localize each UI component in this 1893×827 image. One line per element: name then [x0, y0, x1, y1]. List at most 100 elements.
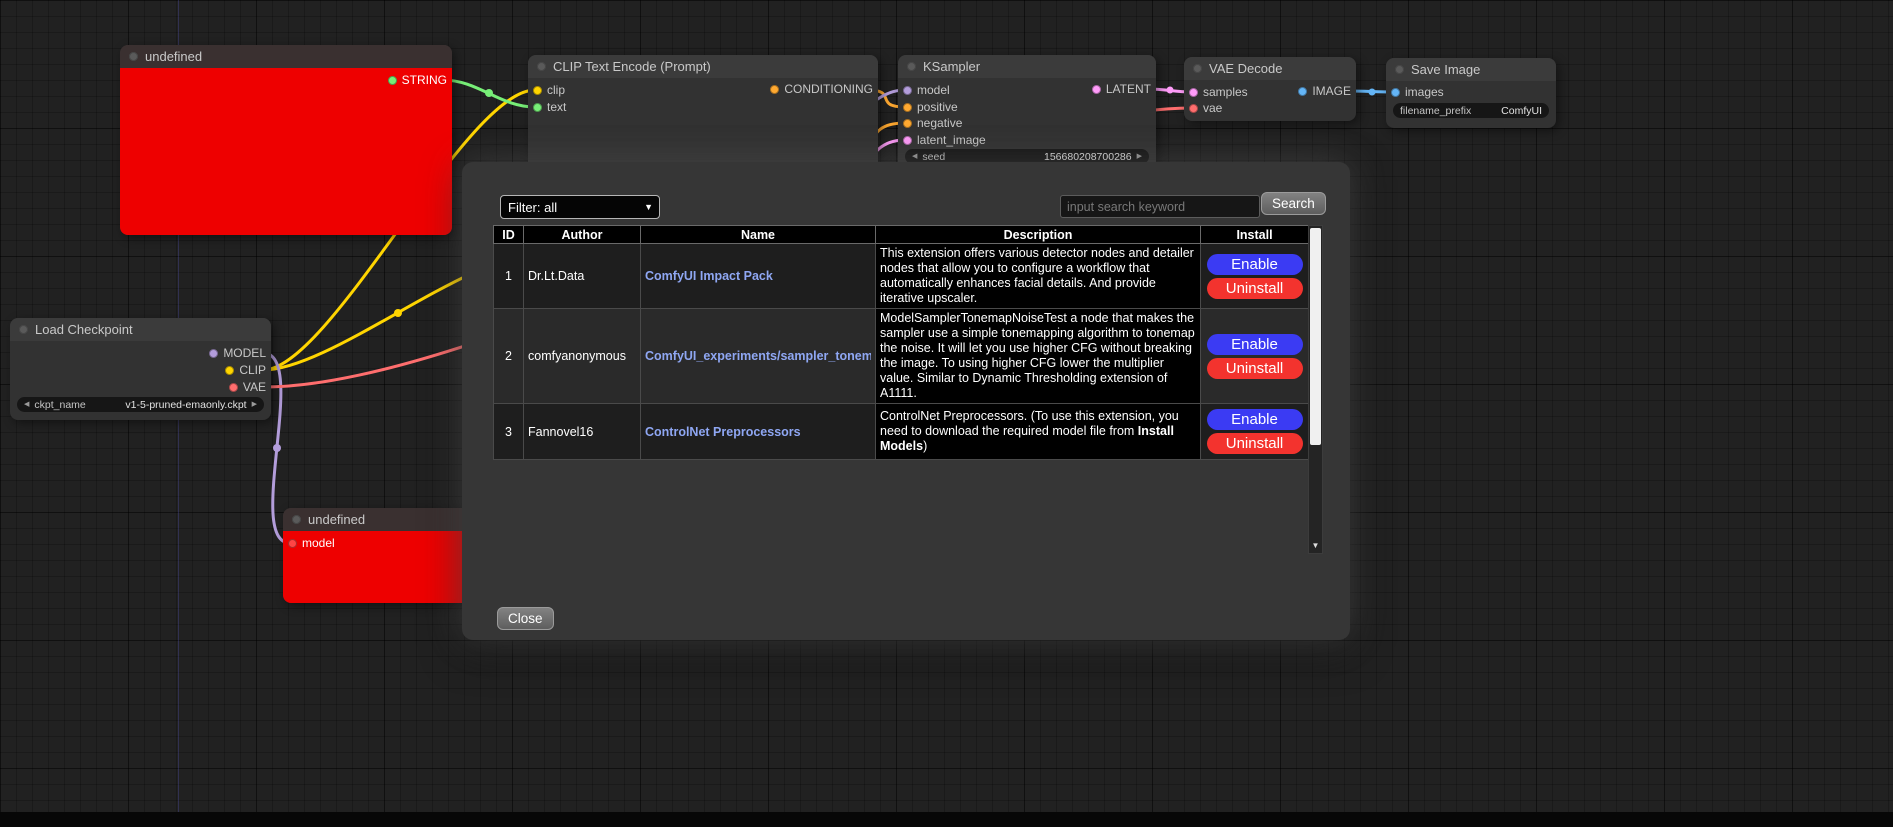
- previous-arrow-icon[interactable]: ◀: [24, 401, 29, 408]
- collapse-dot-icon[interactable]: [1193, 64, 1202, 73]
- input-slot-model[interactable]: model: [288, 536, 335, 550]
- text-input-dot[interactable]: [533, 103, 542, 112]
- extension-link[interactable]: ComfyUI_experiments/sampler_tonemap: [645, 349, 871, 363]
- extension-id: 1: [494, 244, 524, 309]
- positive-input-dot[interactable]: [903, 103, 912, 112]
- col-header-id: ID: [494, 226, 524, 244]
- output-slot-image[interactable]: IMAGE: [1298, 84, 1351, 98]
- enable-button[interactable]: Enable: [1207, 334, 1303, 355]
- scrollbar-thumb[interactable]: [1310, 228, 1321, 445]
- input-slot-samples[interactable]: samples: [1189, 85, 1248, 99]
- node-title: VAE Decode: [1209, 61, 1282, 76]
- node-title: undefined: [145, 49, 202, 64]
- output-slot-string[interactable]: STRING: [388, 73, 447, 87]
- uninstall-button[interactable]: Uninstall: [1207, 278, 1303, 299]
- uninstall-button[interactable]: Uninstall: [1207, 433, 1303, 454]
- node-title-bar[interactable]: VAE Decode: [1184, 57, 1356, 80]
- input-slot-clip[interactable]: clip: [533, 83, 565, 97]
- search-button[interactable]: Search: [1261, 192, 1326, 215]
- node-title-bar[interactable]: Save Image: [1386, 58, 1556, 81]
- collapse-dot-icon[interactable]: [292, 515, 301, 524]
- conditioning-output-dot[interactable]: [770, 85, 779, 94]
- enable-button[interactable]: Enable: [1207, 409, 1303, 430]
- input-slot-positive[interactable]: positive: [903, 100, 958, 114]
- latent-image-input-dot[interactable]: [903, 136, 912, 145]
- enable-button[interactable]: Enable: [1207, 254, 1303, 275]
- node-graph-canvas[interactable]: undefined STRING CLIP Text Encode (Promp…: [0, 0, 1893, 827]
- extension-link[interactable]: ControlNet Preprocessors: [645, 425, 871, 439]
- next-arrow-icon[interactable]: ▶: [252, 401, 257, 408]
- wire-midpoint-dot: [1167, 87, 1174, 94]
- output-slot-vae[interactable]: VAE: [229, 380, 266, 394]
- extension-description: ModelSamplerTonemapNoiseTest a node that…: [876, 309, 1201, 404]
- collapse-dot-icon[interactable]: [129, 52, 138, 61]
- input-slot-vae[interactable]: vae: [1189, 101, 1222, 115]
- image-output-dot[interactable]: [1298, 87, 1307, 96]
- extension-id: 3: [494, 404, 524, 460]
- model-input-dot[interactable]: [288, 539, 297, 548]
- string-output-dot[interactable]: [388, 76, 397, 85]
- input-slot-negative[interactable]: negative: [903, 116, 962, 130]
- filter-dropdown[interactable]: Filter: all: [500, 195, 660, 219]
- wire-midpoint-dot: [1369, 89, 1376, 96]
- node-title-bar[interactable]: undefined: [120, 45, 452, 68]
- extension-row: 3 Fannovel16 ControlNet Preprocessors Co…: [494, 404, 1309, 460]
- output-slot-clip[interactable]: CLIP: [225, 363, 266, 377]
- decrement-arrow-icon[interactable]: ◀: [912, 153, 917, 160]
- table-header-row: ID Author Name Description Install: [494, 226, 1309, 244]
- filter-dropdown-wrap: Filter: all ▼: [500, 195, 660, 219]
- wire-midpoint-dot: [273, 444, 281, 452]
- install-cell: Enable Uninstall: [1201, 404, 1309, 460]
- col-header-description: Description: [876, 226, 1201, 244]
- node-load-checkpoint[interactable]: Load Checkpoint MODEL CLIP VAE ◀ ckpt_na…: [10, 318, 271, 420]
- uninstall-button[interactable]: Uninstall: [1207, 358, 1303, 379]
- input-slot-model[interactable]: model: [903, 83, 950, 97]
- negative-input-dot[interactable]: [903, 119, 912, 128]
- samples-input-dot[interactable]: [1189, 88, 1198, 97]
- extension-author: Fannovel16: [524, 404, 641, 460]
- error-node-body: [120, 68, 452, 235]
- collapse-dot-icon[interactable]: [537, 62, 546, 71]
- wire-midpoint-dot: [485, 89, 493, 97]
- output-slot-model[interactable]: MODEL: [209, 346, 266, 360]
- extension-author: Dr.Lt.Data: [524, 244, 641, 309]
- model-input-dot[interactable]: [903, 86, 912, 95]
- node-title-bar[interactable]: KSampler: [898, 55, 1156, 78]
- input-slot-text[interactable]: text: [533, 100, 566, 114]
- node-title-bar[interactable]: CLIP Text Encode (Prompt): [528, 55, 878, 78]
- close-button[interactable]: Close: [497, 607, 554, 630]
- ckpt-name-widget[interactable]: ◀ ckpt_name v1-5-pruned-emaonly.ckpt ▶: [17, 397, 264, 412]
- input-slot-images[interactable]: images: [1391, 85, 1444, 99]
- col-header-install: Install: [1201, 226, 1309, 244]
- collapse-dot-icon[interactable]: [1395, 65, 1404, 74]
- extension-link[interactable]: ComfyUI Impact Pack: [645, 269, 871, 283]
- node-vae-decode[interactable]: VAE Decode samples vae IMAGE: [1184, 57, 1356, 121]
- table-scrollbar[interactable]: ▼: [1308, 225, 1323, 554]
- filename-prefix-widget[interactable]: filename_prefix ComfyUI: [1393, 103, 1549, 118]
- node-undefined-top[interactable]: undefined STRING: [120, 45, 452, 235]
- extension-row: 2 comfyanonymous ComfyUI_experiments/sam…: [494, 309, 1309, 404]
- clip-output-dot[interactable]: [225, 366, 234, 375]
- input-slot-latent-image[interactable]: latent_image: [903, 133, 986, 147]
- col-header-author: Author: [524, 226, 641, 244]
- vae-output-dot[interactable]: [229, 383, 238, 392]
- node-title: CLIP Text Encode (Prompt): [553, 59, 711, 74]
- col-header-name: Name: [641, 226, 876, 244]
- clip-input-dot[interactable]: [533, 86, 542, 95]
- node-title-bar[interactable]: Load Checkpoint: [10, 318, 271, 341]
- node-save-image[interactable]: Save Image images filename_prefix ComfyU…: [1386, 58, 1556, 128]
- collapse-dot-icon[interactable]: [907, 62, 916, 71]
- output-slot-latent[interactable]: LATENT: [1092, 82, 1151, 96]
- install-cell: Enable Uninstall: [1201, 244, 1309, 309]
- latent-output-dot[interactable]: [1092, 85, 1101, 94]
- increment-arrow-icon[interactable]: ▶: [1137, 153, 1142, 160]
- scroll-down-arrow-icon[interactable]: ▼: [1309, 540, 1322, 552]
- output-slot-conditioning[interactable]: CONDITIONING: [770, 82, 873, 96]
- vae-input-dot[interactable]: [1189, 104, 1198, 113]
- collapse-dot-icon[interactable]: [19, 325, 28, 334]
- images-input-dot[interactable]: [1391, 88, 1400, 97]
- extensions-table: ID Author Name Description Install 1 Dr.…: [493, 225, 1309, 460]
- search-input[interactable]: [1060, 195, 1260, 218]
- model-output-dot[interactable]: [209, 349, 218, 358]
- extension-description: This extension offers various detector n…: [876, 244, 1201, 309]
